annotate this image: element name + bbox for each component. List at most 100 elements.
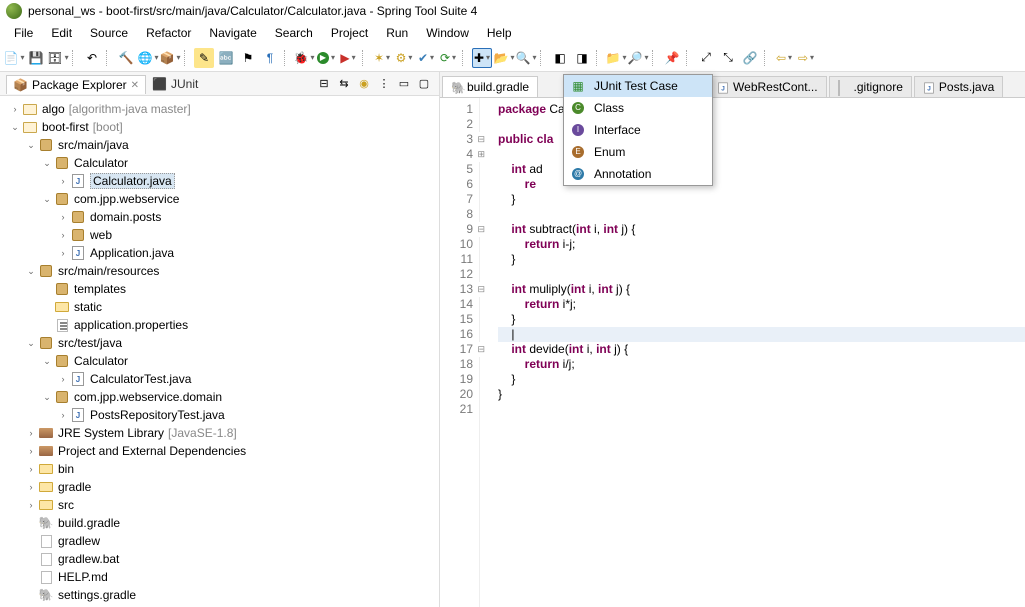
nav-fwd-icon[interactable]: 🔎 [628,48,648,68]
new-button[interactable]: 📄 [4,48,24,68]
code-line[interactable]: int subtract(int i, int j) { [498,222,1025,237]
menu-navigate[interactable]: Navigate [201,24,264,42]
twisty-icon[interactable]: › [56,410,70,420]
tree-item[interactable]: › J CalculatorTest.java [0,370,439,388]
menu-item-enum[interactable]: E Enum [564,141,712,163]
tree-item[interactable]: · static [0,298,439,316]
editor-tab[interactable]: 🐘 build.gradle [442,76,538,97]
type-icon[interactable]: 🔤 [216,48,236,68]
tree-item[interactable]: ⌄ boot-first [boot] [0,118,439,136]
code-line[interactable] [498,267,1025,282]
line-number[interactable]: 9 [440,222,473,237]
tree-item[interactable]: · HELP.md [0,568,439,586]
code-line[interactable]: return i*j; [498,297,1025,312]
link-icon[interactable]: 🔗 [740,48,760,68]
tree-item[interactable]: › algo [algorithm-java master] [0,100,439,118]
code-line[interactable]: } [498,387,1025,402]
line-number[interactable]: 3 [440,132,473,147]
twisty-icon[interactable]: ⌄ [8,122,22,133]
debug-button[interactable]: 🐞 [294,48,314,68]
minimize-icon[interactable]: ▭ [395,75,413,93]
line-number[interactable]: 17 [440,342,473,357]
twisty-icon[interactable]: · [24,554,38,564]
refresh-icon[interactable]: ⟳ [438,48,458,68]
tree-item[interactable]: ⌄ src/main/java [0,136,439,154]
menu-file[interactable]: File [6,24,41,42]
editor-tab[interactable]: J Posts.java [914,76,1003,97]
line-number[interactable]: 13 [440,282,473,297]
tree-item[interactable]: ⌄ Calculator [0,352,439,370]
menu-help[interactable]: Help [479,24,520,42]
twisty-icon[interactable]: ⌄ [24,266,38,277]
tree-item[interactable]: ⌄ src/main/resources [0,262,439,280]
twisty-icon[interactable]: ⌄ [24,338,38,349]
menu-window[interactable]: Window [418,24,477,42]
menu-item-class[interactable]: C Class [564,97,712,119]
expand-icon[interactable]: ⤢ [696,48,716,68]
code-line[interactable] [498,402,1025,417]
flag-icon[interactable]: ⚑ [238,48,258,68]
menu-item-junit-test-case[interactable]: ▦ JUnit Test Case [564,75,712,97]
line-number[interactable]: 5 [440,162,473,177]
coverage-button[interactable]: ▶ [338,48,358,68]
code-line[interactable]: int muliply(int i, int j) { [498,282,1025,297]
package-icon[interactable]: 📦 [160,48,180,68]
line-gutter[interactable]: 123456789101112131415161718192021 [440,98,480,607]
editor-tab[interactable]: J WebRestCont... [708,76,826,97]
menu-refactor[interactable]: Refactor [138,24,199,42]
line-number[interactable]: 12 [440,267,473,282]
code-line[interactable]: return i/j; [498,357,1025,372]
tree-item[interactable]: ⌄ src/test/java [0,334,439,352]
twisty-icon[interactable]: › [56,212,70,222]
menu-edit[interactable]: Edit [43,24,80,42]
twisty-icon[interactable]: › [24,500,38,510]
line-number[interactable]: 18 [440,357,473,372]
tree-item[interactable]: › J PostsRepositoryTest.java [0,406,439,424]
tree-item[interactable]: › JRE System Library [JavaSE-1.8] [0,424,439,442]
code-line[interactable]: return i-j; [498,237,1025,252]
twisty-icon[interactable]: · [40,320,54,330]
unknown-a-icon[interactable]: ◧ [550,48,570,68]
nav-back-icon[interactable]: 📁 [606,48,626,68]
twisty-icon[interactable]: ⌄ [40,158,54,169]
tree-item[interactable]: ⌄ Calculator [0,154,439,172]
line-number[interactable]: 2 [440,117,473,132]
undo-icon[interactable]: ↶ [82,48,102,68]
code-line[interactable]: } [498,192,1025,207]
task-icon[interactable]: ✔ [416,48,436,68]
twisty-icon[interactable]: · [24,572,38,582]
line-number[interactable]: 6 [440,177,473,192]
twisty-icon[interactable]: ⌄ [40,392,54,403]
save-button[interactable]: 💾 [26,48,46,68]
twisty-icon[interactable]: · [24,536,38,546]
new-wizard-icon[interactable]: ✚ [472,48,492,68]
ext-tools-icon[interactable]: ⚙ [394,48,414,68]
tree-item[interactable]: · application.properties [0,316,439,334]
line-number[interactable]: 11 [440,252,473,267]
twisty-icon[interactable]: › [56,248,70,258]
line-number[interactable]: 19 [440,372,473,387]
tree-item[interactable]: › J Application.java [0,244,439,262]
twisty-icon[interactable]: › [24,446,38,456]
twisty-icon[interactable]: · [24,590,38,600]
twisty-icon[interactable]: · [40,302,54,312]
collapse-icon[interactable]: ⤡ [718,48,738,68]
menu-item-interface[interactable]: I Interface [564,119,712,141]
menu-run[interactable]: Run [378,24,416,42]
tree-item[interactable]: › gradle [0,478,439,496]
project-tree[interactable]: › algo [algorithm-java master]⌄ boot-fir… [0,96,439,607]
save-all-button[interactable]: 🗄 [48,48,68,68]
para-icon[interactable]: ¶ [260,48,280,68]
menu-search[interactable]: Search [267,24,321,42]
view-menu-icon[interactable]: ⋮ [375,75,393,93]
code-line[interactable]: | [498,327,1025,342]
tree-item[interactable]: ⌄ com.jpp.webservice [0,190,439,208]
collapse-all-icon[interactable]: ⊟ [315,75,333,93]
line-number[interactable]: 8 [440,207,473,222]
code-line[interactable]: int devide(int i, int j) { [498,342,1025,357]
pin-icon[interactable]: 📌 [662,48,682,68]
tree-item[interactable]: ⌄ com.jpp.webservice.domain [0,388,439,406]
menu-project[interactable]: Project [323,24,376,42]
build-button[interactable]: 🔨 [116,48,136,68]
tree-item[interactable]: › J Calculator.java [0,172,439,190]
